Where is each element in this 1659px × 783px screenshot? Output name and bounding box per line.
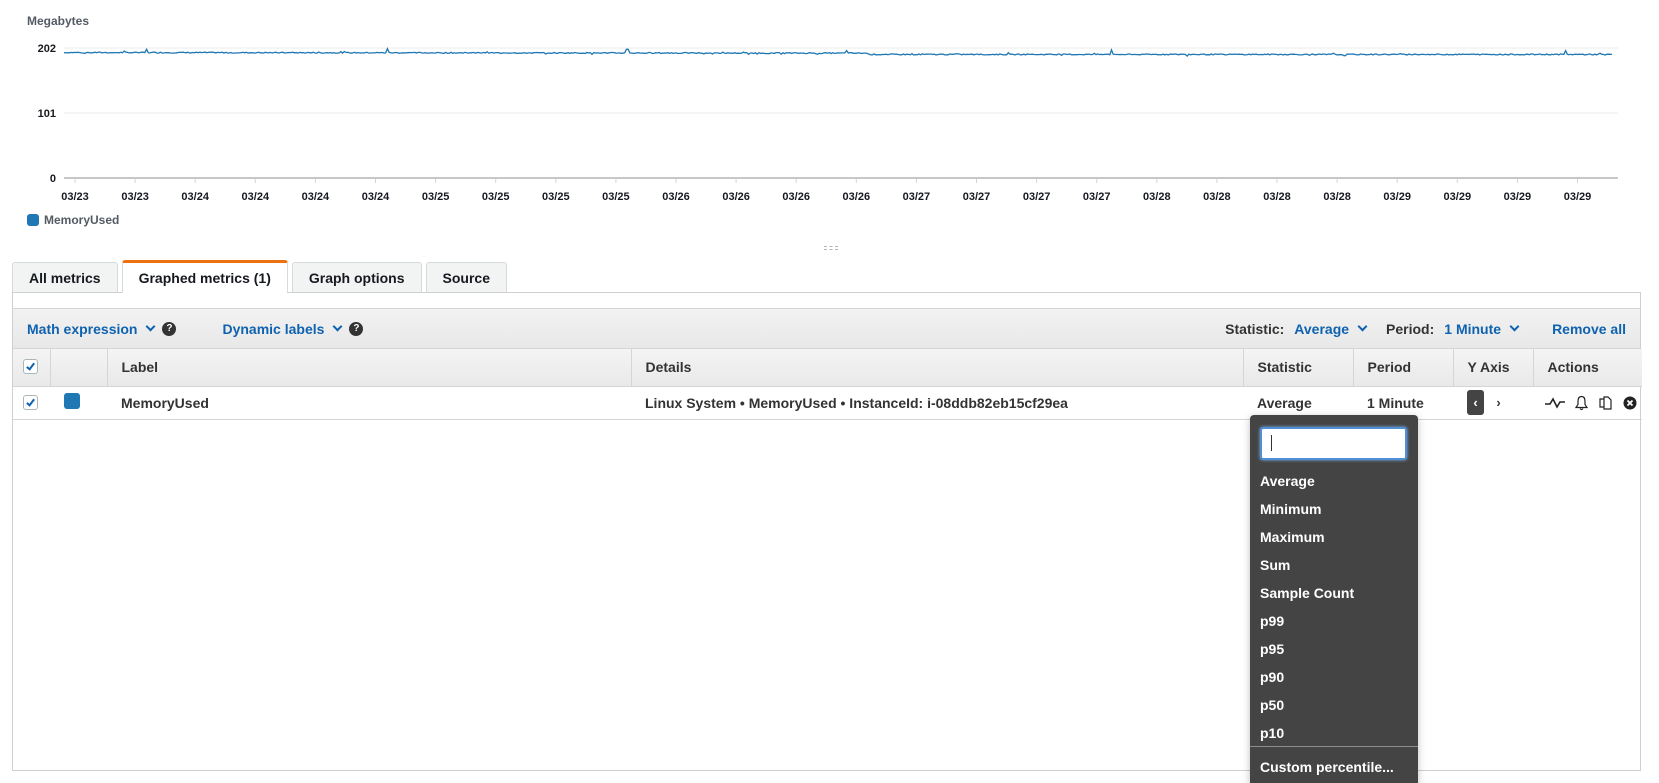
- x-tick-label: 03/25: [602, 191, 630, 203]
- y-axis-header: Y Axis: [1453, 349, 1534, 387]
- x-tick-label: 03/26: [782, 191, 810, 203]
- custom-percentile-option[interactable]: Custom percentile...: [1250, 753, 1418, 781]
- series-line-memoryused: [63, 46, 1613, 58]
- period-dropdown[interactable]: 1 Minute: [1444, 320, 1520, 337]
- help-icon[interactable]: ?: [162, 321, 177, 336]
- statistic-option-p50[interactable]: p50: [1250, 691, 1418, 719]
- x-tick-label: 03/28: [1263, 191, 1291, 203]
- select-all-checkbox[interactable]: [23, 359, 38, 375]
- x-tick-label: 03/24: [242, 191, 270, 203]
- bell-icon[interactable]: [1574, 395, 1589, 411]
- statistic-option-minimum[interactable]: Minimum: [1250, 495, 1418, 523]
- statistic-search-input[interactable]: [1260, 427, 1407, 460]
- memory-line-chart: 0 101 202 03/23 03/23 03/24 03/24 03/24 03/24 03/…: [38, 43, 1618, 203]
- statistic-option-sample-count[interactable]: Sample Count: [1250, 579, 1418, 607]
- tab-graph-options[interactable]: Graph options: [291, 262, 422, 293]
- period-value: 1 Minute: [1444, 320, 1502, 337]
- series-color-swatch[interactable]: [64, 393, 80, 409]
- x-tick-label: 03/27: [1083, 191, 1111, 203]
- chevron-down-icon: [146, 321, 156, 332]
- statistic-option-p10[interactable]: p10: [1250, 719, 1418, 747]
- remove-icon[interactable]: [1623, 396, 1637, 410]
- x-tick-label: 03/24: [362, 191, 390, 203]
- dynamic-labels-dropdown[interactable]: Dynamic labels: [222, 320, 343, 337]
- period-header[interactable]: Period: [1353, 349, 1454, 387]
- row-color-cell: [50, 386, 107, 420]
- row-select-cell: [13, 386, 50, 420]
- x-tick-label: 03/27: [1023, 191, 1051, 203]
- details-header[interactable]: Details: [631, 349, 1244, 387]
- duplicate-icon[interactable]: [1598, 395, 1614, 411]
- metrics-tabs: All metrics Graphed metrics (1) Graph op…: [12, 260, 507, 293]
- x-tick-label: 03/26: [843, 191, 871, 203]
- y-tick-label: 0: [50, 173, 56, 185]
- statistic-header[interactable]: Statistic: [1243, 349, 1354, 387]
- row-actions: [1533, 386, 1642, 420]
- math-expression-label: Math expression: [27, 320, 138, 337]
- statistic-option-p95[interactable]: p95: [1250, 635, 1418, 663]
- graph-resize-handle[interactable]: [824, 246, 838, 250]
- statistic-option-sum[interactable]: Sum: [1250, 551, 1418, 579]
- chevron-down-icon: [1509, 321, 1520, 332]
- table-header-row: Label Details Statistic Period Y Axis Ac…: [13, 349, 1642, 387]
- y-axis-right-button[interactable]: ›: [1490, 390, 1507, 415]
- legend-label: MemoryUsed: [44, 213, 120, 227]
- dynamic-labels-label: Dynamic labels: [222, 320, 325, 337]
- x-tick-label: 03/25: [542, 191, 570, 203]
- tab-all-metrics[interactable]: All metrics: [12, 262, 118, 293]
- statistic-dropdown[interactable]: Average: [1294, 320, 1368, 337]
- x-tick-label: 03/28: [1143, 191, 1171, 203]
- actions-header: Actions: [1533, 349, 1642, 387]
- statistic-label: Statistic:: [1225, 320, 1285, 337]
- y-axis-left-button[interactable]: ‹: [1467, 390, 1484, 415]
- x-tick-label: 03/26: [722, 191, 750, 203]
- x-tick-label: 03/26: [662, 191, 690, 203]
- period-label: Period:: [1386, 320, 1435, 337]
- metrics-toolbar: Math expression ? Dynamic labels ? Stati…: [13, 308, 1640, 349]
- graph-icon[interactable]: [1545, 396, 1565, 410]
- help-icon[interactable]: ?: [349, 321, 364, 336]
- statistic-option-p90[interactable]: p90: [1250, 663, 1418, 691]
- row-details: Linux System • MemoryUsed • InstanceId: …: [631, 386, 1243, 420]
- x-tick-label: 03/24: [181, 191, 209, 203]
- text-cursor: [1271, 435, 1272, 451]
- x-tick-label: 03/29: [1504, 191, 1532, 203]
- x-tick-label: 03/24: [302, 191, 330, 203]
- statistic-options-list: Average Minimum Maximum Sum Sample Count…: [1250, 467, 1418, 747]
- x-tick-label: 03/27: [903, 191, 931, 203]
- x-tick-label: 03/27: [963, 191, 991, 203]
- x-tick-label: 03/28: [1203, 191, 1231, 203]
- row-checkbox[interactable]: [23, 394, 38, 410]
- x-tick-label: 03/25: [482, 191, 510, 203]
- x-tick-label: 03/29: [1564, 191, 1592, 203]
- x-tick-label: 03/23: [61, 191, 89, 203]
- select-all-header: [13, 349, 51, 387]
- x-tick-label: 03/29: [1444, 191, 1472, 203]
- tab-graphed-metrics[interactable]: Graphed metrics (1): [121, 260, 288, 293]
- remove-all-button[interactable]: Remove all: [1552, 321, 1626, 337]
- x-tick-label: 03/23: [121, 191, 149, 203]
- x-tick-label: 03/25: [422, 191, 450, 203]
- dropdown-divider: [1250, 746, 1418, 747]
- statistic-option-p99[interactable]: p99: [1250, 607, 1418, 635]
- statistic-value: Average: [1294, 320, 1350, 337]
- y-tick-label: 202: [38, 43, 56, 55]
- label-header[interactable]: Label: [107, 349, 632, 387]
- math-expression-dropdown[interactable]: Math expression: [27, 320, 156, 337]
- chevron-down-icon: [1357, 321, 1368, 332]
- statistic-option-maximum[interactable]: Maximum: [1250, 523, 1418, 551]
- statistic-dropdown-menu: Average Minimum Maximum Sum Sample Count…: [1250, 415, 1418, 783]
- chart-legend[interactable]: MemoryUsed: [27, 213, 119, 227]
- y-tick-label: 101: [38, 108, 56, 120]
- graphed-metrics-table: Label Details Statistic Period Y Axis Ac…: [13, 349, 1642, 420]
- color-header: [50, 349, 108, 387]
- tab-source[interactable]: Source: [425, 262, 507, 293]
- statistic-option-average[interactable]: Average: [1250, 467, 1418, 495]
- row-label[interactable]: MemoryUsed: [107, 386, 631, 420]
- row-y-axis: ‹ ›: [1453, 386, 1533, 420]
- legend-swatch: [27, 214, 39, 226]
- x-tick-label: 03/28: [1323, 191, 1351, 203]
- chevron-down-icon: [332, 321, 343, 332]
- x-tick-label: 03/29: [1383, 191, 1411, 203]
